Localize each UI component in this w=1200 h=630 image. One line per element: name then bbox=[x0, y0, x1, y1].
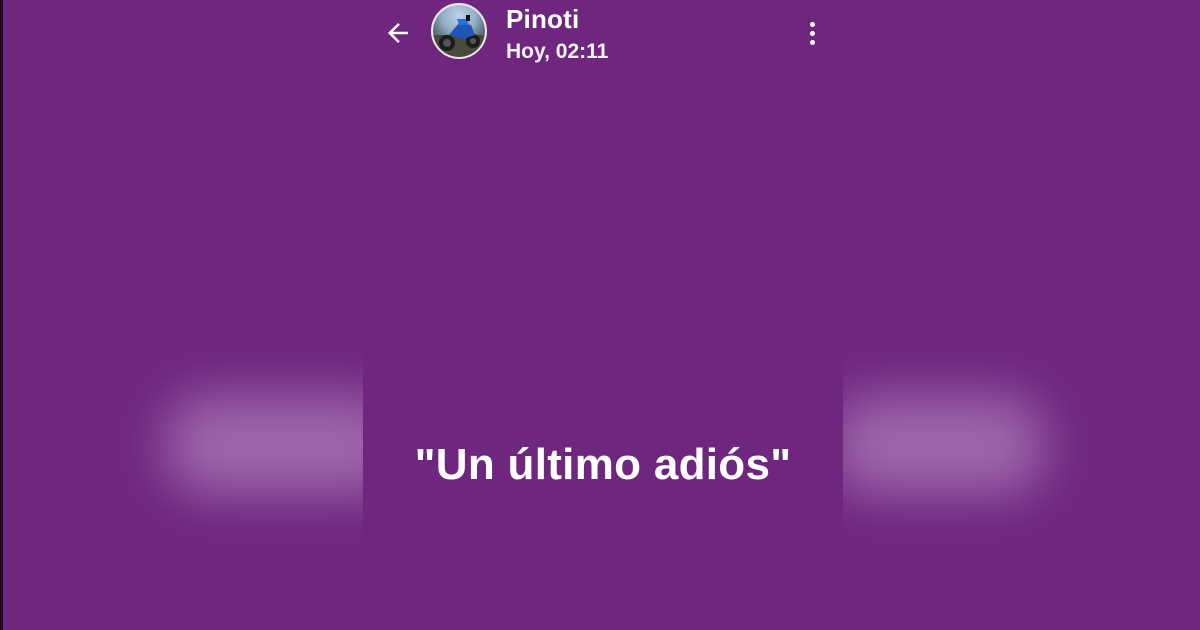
arrow-left-icon bbox=[388, 23, 408, 43]
motorcycle-photo-icon bbox=[433, 5, 485, 57]
avatar[interactable] bbox=[431, 3, 487, 59]
blurred-background-right bbox=[830, 395, 1045, 495]
story-viewer: Pinoti Hoy, 02:11 "Un último adiós" bbox=[0, 0, 1200, 630]
back-button[interactable] bbox=[381, 16, 415, 50]
story-content-panel[interactable] bbox=[363, 0, 843, 630]
story-header: Pinoti Hoy, 02:11 bbox=[363, 0, 843, 80]
screen-edge bbox=[0, 0, 3, 630]
contact-name: Pinoti bbox=[506, 4, 580, 34]
story-timestamp: Hoy, 02:11 bbox=[506, 40, 609, 63]
story-caption: "Un último adiós" bbox=[414, 440, 792, 489]
more-options-button[interactable] bbox=[799, 18, 825, 48]
more-vertical-icon bbox=[809, 21, 815, 45]
